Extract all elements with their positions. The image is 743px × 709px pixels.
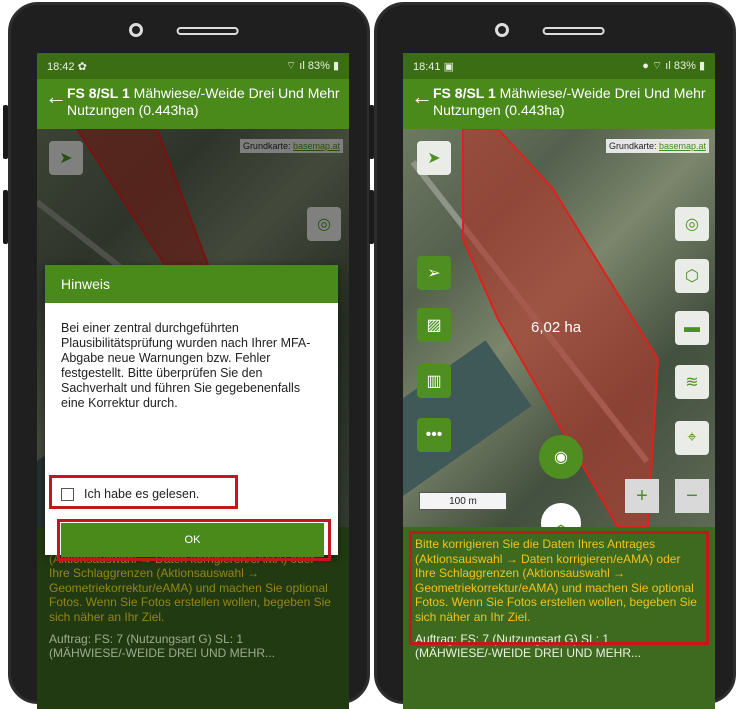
north-arrow-icon[interactable]: ➤	[417, 141, 451, 175]
basemap-attribution: Grundkarte: basemap.at	[605, 139, 709, 153]
highlight-ok	[57, 519, 331, 561]
volume-button	[3, 105, 8, 159]
dialog-title: Hinweis	[45, 265, 338, 303]
app-bar: ← FS 8/SL 1 Mähwiese/-Weide Drei Und Meh…	[403, 79, 715, 129]
cube-icon[interactable]: ⬡	[675, 259, 709, 293]
gear-icon: ✿	[77, 60, 87, 73]
layer-card-icon[interactable]: ▬	[675, 311, 709, 345]
speaker-grill	[542, 27, 605, 35]
scale-bar: 100 m	[419, 492, 507, 510]
dialog-message: Bei einer zentral durchgeführten Plausib…	[61, 321, 311, 410]
zoom-out-button[interactable]: −	[675, 479, 709, 513]
speaker-grill	[176, 27, 239, 35]
highlight-checkbox	[49, 475, 238, 509]
front-camera	[495, 23, 509, 37]
page-title: FS 8/SL 1 Mähwiese/-Weide Drei Und Mehr …	[433, 85, 706, 118]
screen-right: 18:41 ▣ ● ⌔ ıl 83% ▮ ← FS 8/SL 1 Mähwies…	[403, 53, 715, 709]
page-title: FS 8/SL 1 Mähwiese/-Weide Drei Und Mehr …	[67, 85, 340, 118]
crosshair-icon[interactable]: ⌖	[675, 421, 709, 455]
more-icon[interactable]: •••	[417, 418, 451, 452]
battery-indicator: ⌔ ıl 83% ▮	[285, 60, 339, 72]
zoom-in-button[interactable]: +	[625, 479, 659, 513]
basemap-link[interactable]: basemap.at	[659, 141, 706, 151]
screen-left: 18:42 ✿ ⌔ ıl 83% ▮ ← FS 8/SL 1 Mähwiese/…	[37, 53, 349, 709]
battery-indicator: ● ⌔ ıl 83% ▮	[642, 60, 705, 72]
status-bar: 18:41 ▣ ● ⌔ ıl 83% ▮	[403, 53, 715, 79]
back-arrow-icon[interactable]: ←	[411, 85, 433, 109]
front-camera	[129, 23, 143, 37]
auftrag-text: Auftrag: FS: 7 (Nutzungsart G) SL: 1 (MÄ…	[49, 632, 276, 660]
send-icon[interactable]: ➢	[417, 256, 451, 290]
layers-icon[interactable]: ≋	[675, 365, 709, 399]
gallery-icon: ▣	[443, 60, 454, 73]
map-view[interactable]: 6,02 ha Grundkarte: basemap.at ➤ ➢ ▨ ▥ •…	[403, 129, 715, 527]
volume-button	[369, 105, 374, 159]
back-arrow-icon[interactable]: ←	[45, 85, 67, 109]
chart-icon[interactable]: ▥	[417, 364, 451, 398]
camera-icon[interactable]: ◉	[539, 435, 583, 479]
locate-icon[interactable]: ◎	[675, 207, 709, 241]
power-button	[3, 190, 8, 244]
hinweis-dialog: Hinweis Bei einer zentral durchgeführten…	[45, 265, 338, 561]
info-panel: Bitte korrigieren Sie die Daten Ihres An…	[403, 527, 715, 709]
app-bar: ← FS 8/SL 1 Mähwiese/-Weide Drei Und Meh…	[37, 79, 349, 129]
highlight-info-text	[409, 531, 709, 645]
status-bar: 18:42 ✿ ⌔ ıl 83% ▮	[37, 53, 349, 79]
image-icon[interactable]: ▨	[417, 308, 451, 342]
power-button	[369, 190, 374, 244]
phone-right: 18:41 ▣ ● ⌔ ıl 83% ▮ ← FS 8/SL 1 Mähwies…	[369, 2, 736, 709]
area-label: 6,02 ha	[531, 319, 582, 336]
phone-left: 18:42 ✿ ⌔ ıl 83% ▮ ← FS 8/SL 1 Mähwiese/…	[3, 2, 370, 709]
